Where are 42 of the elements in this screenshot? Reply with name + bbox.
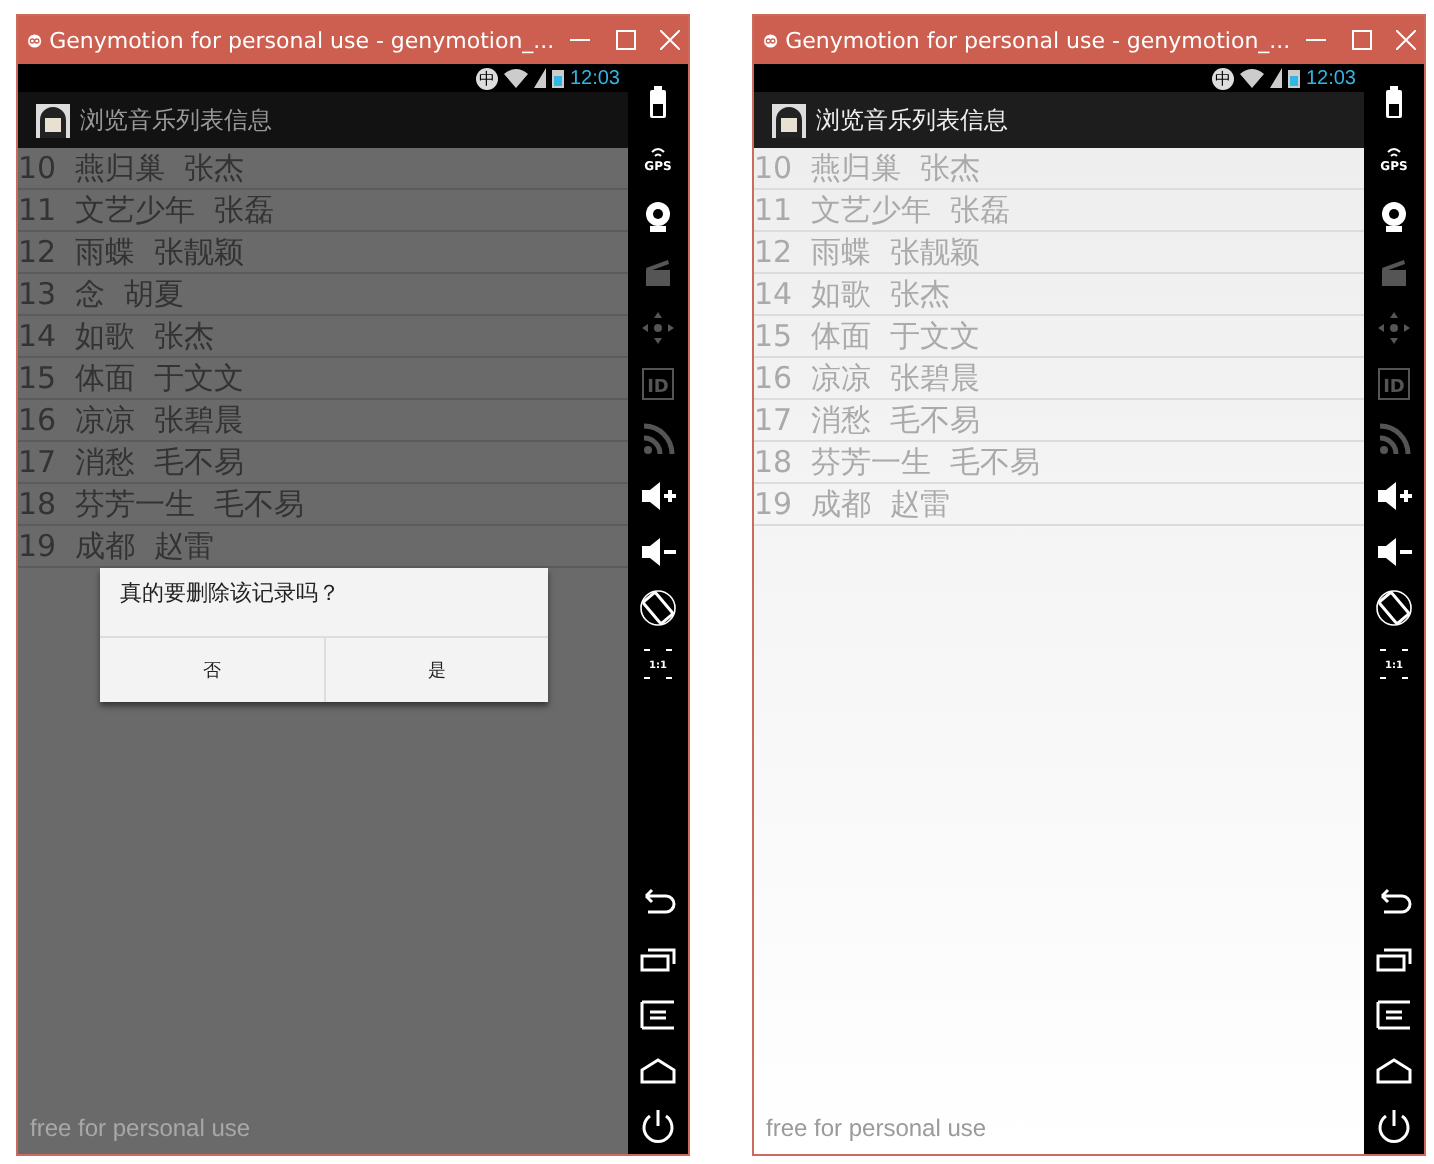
rotate-icon[interactable] <box>638 588 678 628</box>
list-item[interactable]: 10 燕归巢 张杰 <box>754 148 1364 190</box>
list-item[interactable]: 18 芬芳一生 毛不易 <box>754 442 1364 484</box>
list-item[interactable]: 14 如歌 张杰 <box>754 274 1364 316</box>
app-title: 浏览音乐列表信息 <box>816 103 1008 137</box>
close-icon <box>659 30 680 50</box>
list-item[interactable]: 19 成都 赵雷 <box>754 484 1364 526</box>
dialog-button[interactable]: 是 <box>325 638 548 702</box>
dialog-message: 真的要删除该记录吗？ <box>100 568 548 638</box>
status-time: 12:03 <box>569 67 620 89</box>
overlay-text: free for personal use <box>766 1114 987 1142</box>
power-icon[interactable] <box>638 1106 678 1146</box>
list-item[interactable]: 17 消愁 毛不易 <box>754 400 1364 442</box>
list-item[interactable]: 12 雨蝶 张靓颖 <box>754 232 1364 274</box>
signal-icon <box>533 68 546 88</box>
volume-up-icon[interactable] <box>638 476 678 516</box>
wifi-icon <box>503 68 528 88</box>
close-icon <box>1395 30 1416 50</box>
list-item[interactable]: 11 文艺少年 张磊 <box>754 190 1364 232</box>
window-title: Genymotion for personal use - genymotion_... <box>785 27 1291 53</box>
avatar-icon <box>36 103 70 137</box>
status-time: 12:03 <box>1305 67 1356 89</box>
battery-icon <box>1287 68 1300 88</box>
maximize-icon <box>1351 30 1372 50</box>
list-item[interactable]: 16 凉凉 张碧晨 <box>754 358 1364 400</box>
input-method-indicator: 中 <box>1211 67 1234 89</box>
dialog-button[interactable]: 否 <box>100 638 325 702</box>
wifi-icon <box>1239 68 1264 88</box>
avatar-icon <box>772 103 806 137</box>
input-method-indicator: 中 <box>475 67 498 89</box>
overlay-text: free for personal use <box>30 1114 251 1142</box>
volume-up-icon[interactable] <box>1374 476 1414 516</box>
rotate-icon[interactable] <box>1374 588 1414 628</box>
power-icon[interactable] <box>1374 1106 1414 1146</box>
maximize-icon <box>615 30 636 50</box>
signal-icon <box>1269 68 1282 88</box>
battery-icon <box>551 68 564 88</box>
window-title: Genymotion for personal use - genymotion_... <box>49 27 555 53</box>
volume-down-icon[interactable] <box>638 532 678 572</box>
list-item[interactable]: 15 体面 于文文 <box>754 316 1364 358</box>
app-title: 浏览音乐列表信息 <box>80 103 272 137</box>
volume-down-icon[interactable] <box>1374 532 1414 572</box>
